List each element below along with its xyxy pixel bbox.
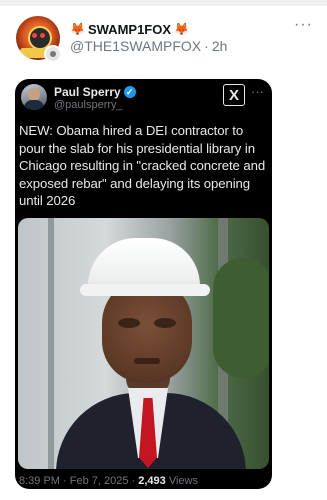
x-logo-icon: X bbox=[223, 84, 245, 106]
embedded-display-name: Paul Sperry bbox=[54, 85, 121, 99]
embedded-post-text: NEW: Obama hired a DEI contractor to pou… bbox=[19, 123, 266, 208]
author-handle-line: @THE1SWAMPFOX · 2h bbox=[70, 38, 227, 54]
paul-sperry-avatar bbox=[21, 84, 47, 110]
embedded-handle: @paulsperry_ bbox=[54, 99, 123, 111]
separator-dot: · bbox=[204, 38, 209, 54]
post-time[interactable]: 2h bbox=[212, 38, 228, 54]
embedded-timestamp: 8:39 PM · Feb 7, 2025 · bbox=[19, 475, 136, 487]
embedded-post-screenshot[interactable]: Paul Sperry ✓ @paulsperry_ X ··· NEW: Ob… bbox=[15, 79, 272, 489]
author-display-name: SWAMP1FOX bbox=[87, 21, 172, 37]
embedded-author-name: Paul Sperry ✓ bbox=[54, 85, 136, 99]
avatar-badge-icon bbox=[44, 45, 62, 63]
fox-emoji-icon: 🦊 bbox=[70, 22, 85, 36]
fox-emoji-icon: 🦊 bbox=[174, 22, 189, 36]
embedded-post-meta: 8:39 PM · Feb 7, 2025 · 2,493 Views bbox=[19, 475, 198, 487]
more-icon[interactable]: ··· bbox=[294, 16, 313, 34]
embedded-post-photo bbox=[18, 218, 269, 469]
views-count: 2,493 bbox=[138, 475, 166, 487]
embedded-more-icon: ··· bbox=[251, 84, 264, 99]
top-edge-bar bbox=[0, 0, 327, 6]
views-label: Views bbox=[168, 475, 198, 487]
author-handle[interactable]: @THE1SWAMPFOX bbox=[70, 38, 201, 54]
verified-badge-icon: ✓ bbox=[123, 86, 136, 98]
author-name-line[interactable]: 🦊 SWAMP1FOX 🦊 bbox=[70, 21, 189, 37]
